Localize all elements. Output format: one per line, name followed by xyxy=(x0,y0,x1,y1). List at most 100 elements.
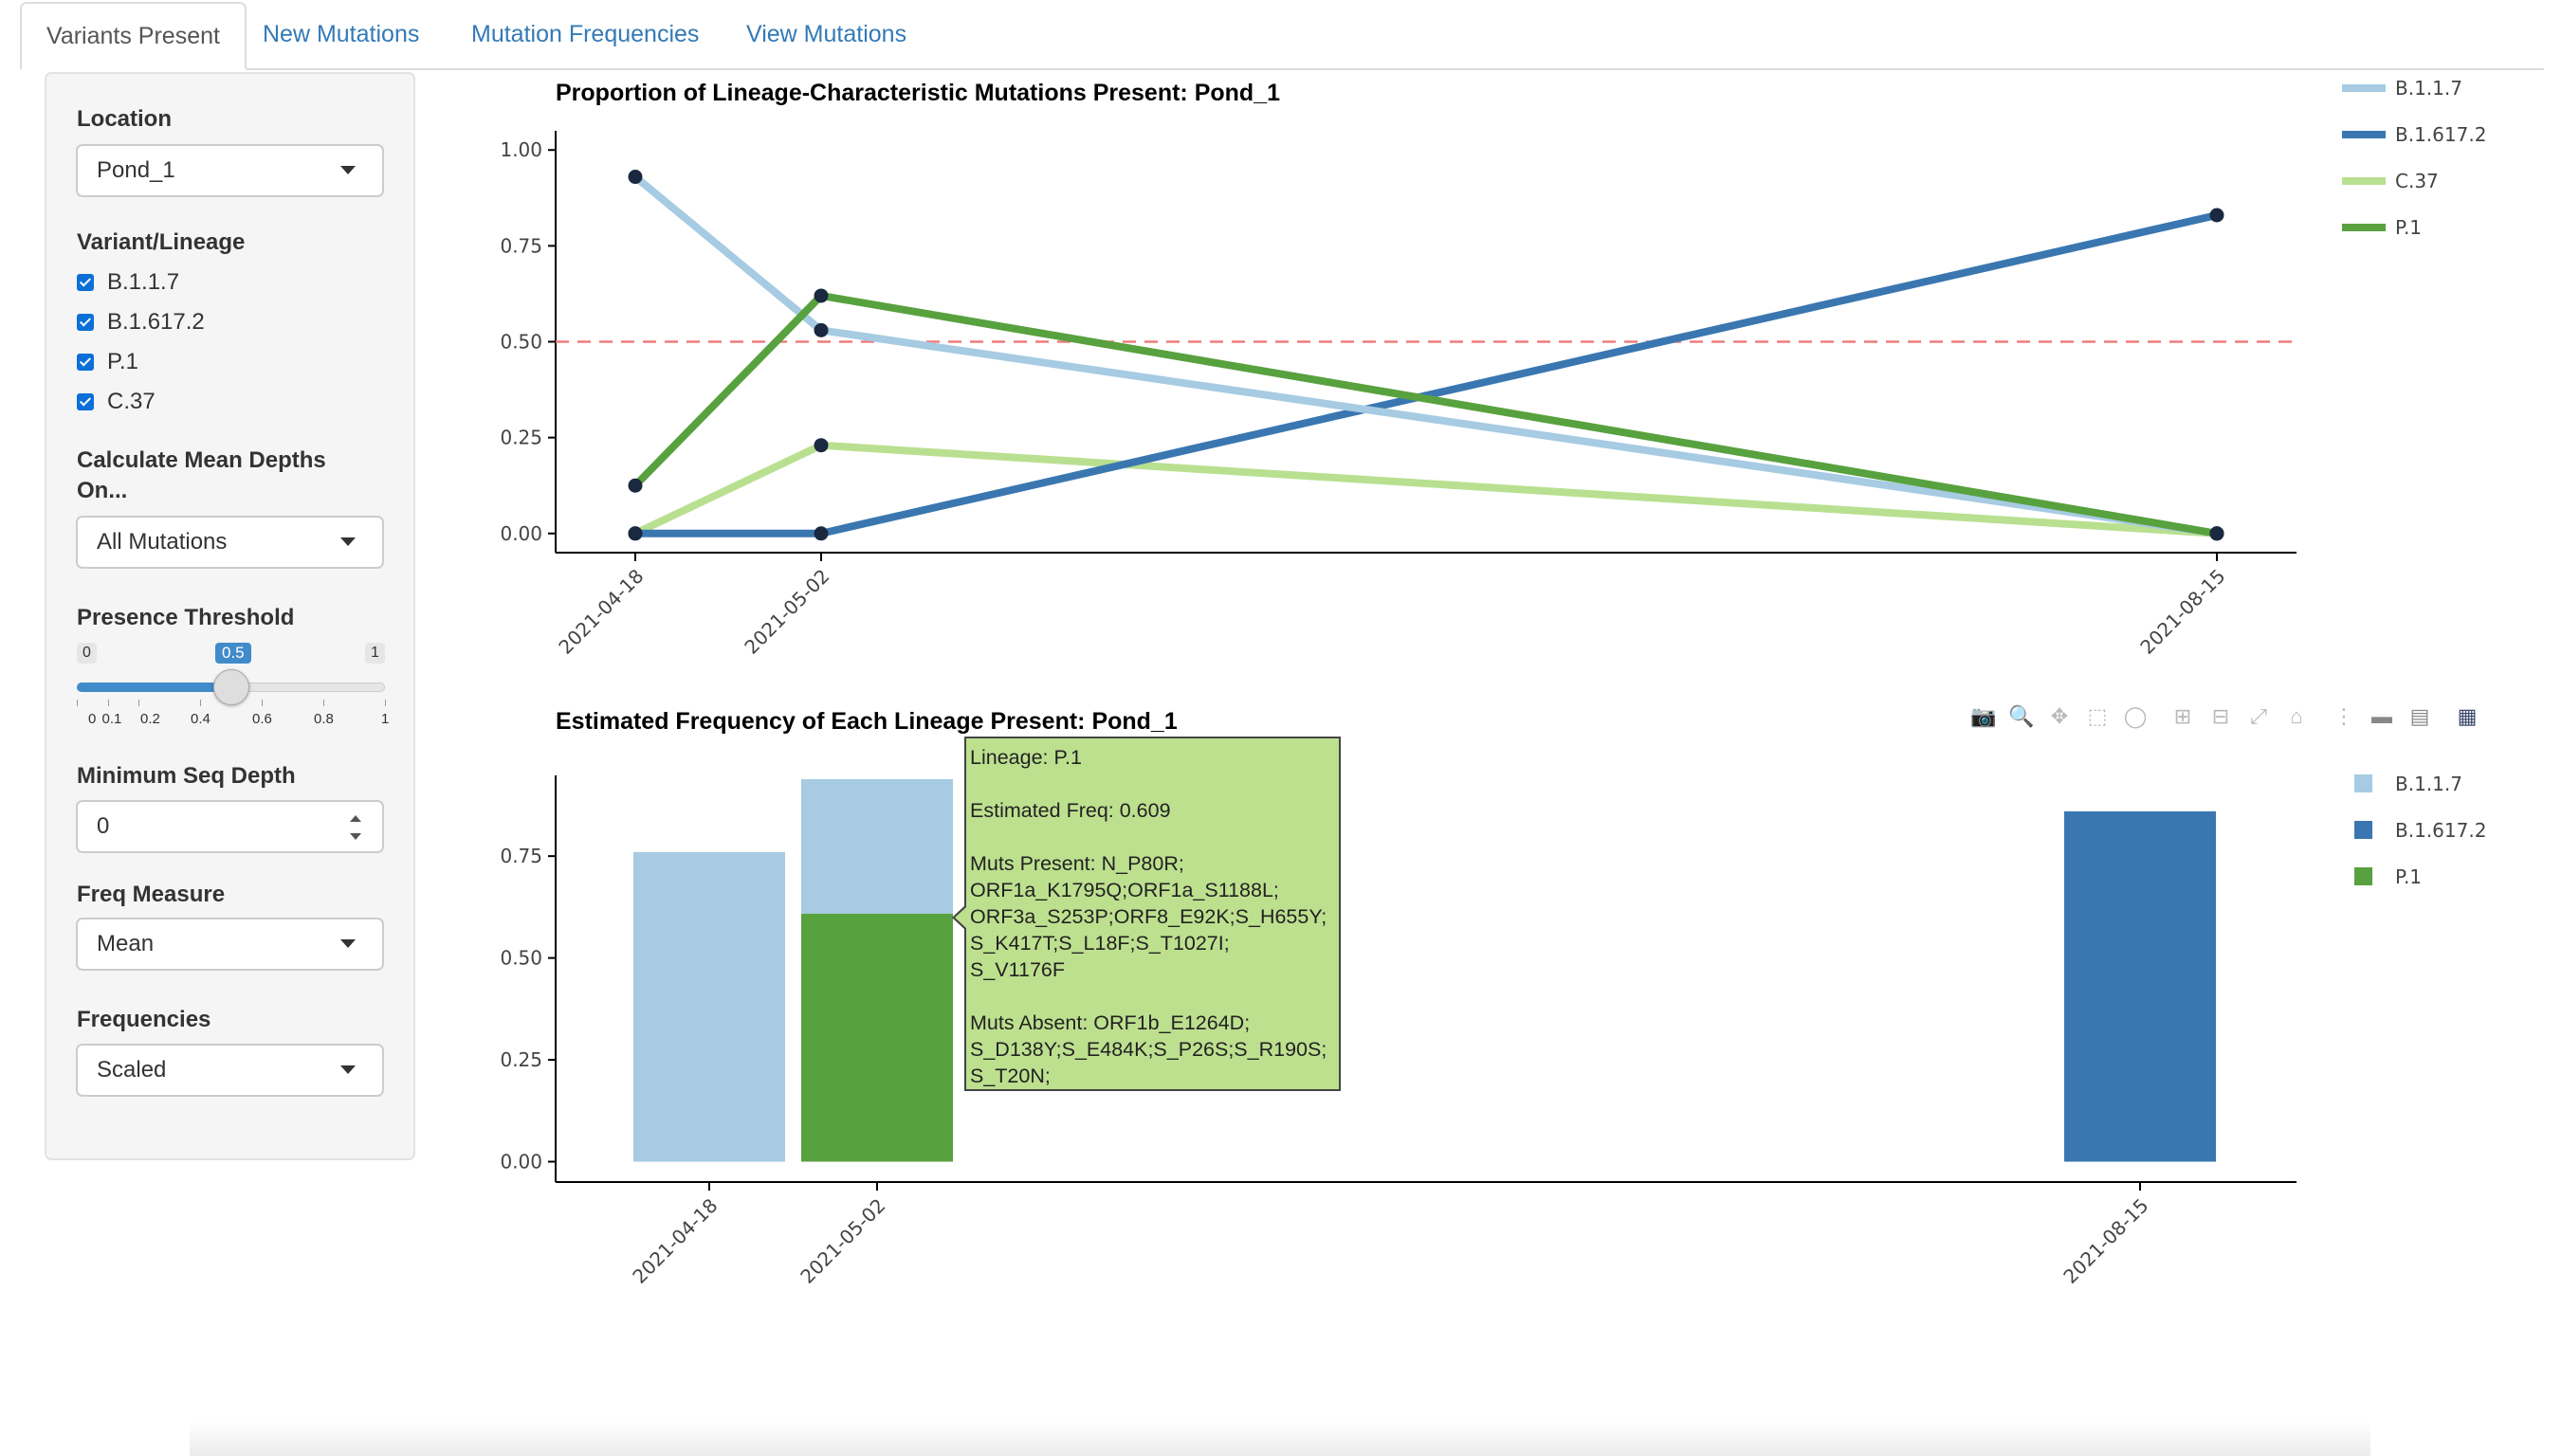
slider-tick xyxy=(200,700,201,706)
legend-label: P.1 xyxy=(2395,216,2422,239)
mean-depths-label: Calculate Mean Depths On... xyxy=(77,447,326,503)
legend-label: B.1.617.2 xyxy=(2395,123,2486,146)
freq-measure-value: Mean xyxy=(97,931,155,956)
zoom-icon[interactable]: 🔍 xyxy=(2008,703,2035,730)
y-tick-label: 0.75 xyxy=(500,845,542,867)
checkbox-checked-icon[interactable] xyxy=(77,393,94,410)
line-chart-proportion[interactable]: Proportion of Lineage-Characteristic Mut… xyxy=(455,66,2541,682)
mean-depths-select[interactable]: All Mutations xyxy=(76,516,384,569)
chevron-down-icon xyxy=(340,537,356,546)
slider-tick-label: 1 xyxy=(381,711,390,727)
slider-handle[interactable] xyxy=(212,669,249,705)
frequencies-select[interactable]: Scaled xyxy=(76,1044,384,1097)
x-tick-label: 2021-04-18 xyxy=(554,565,648,659)
chevron-down-icon xyxy=(340,1065,356,1074)
frequencies-label: Frequencies xyxy=(77,1007,211,1032)
legend-swatch xyxy=(2354,867,2372,885)
spike-lines-icon[interactable]: ⋮ xyxy=(2331,703,2357,730)
slider-max-label: 1 xyxy=(365,643,385,664)
min-seq-depth-label: Minimum Seq Depth xyxy=(77,763,296,789)
chart-title: Proportion of Lineage-Characteristic Mut… xyxy=(556,80,1280,106)
data-point xyxy=(628,170,643,185)
box-select-icon[interactable]: ⬚ xyxy=(2084,703,2111,730)
slider-value-bubble: 0.5 xyxy=(215,643,251,664)
data-point xyxy=(2209,208,2224,223)
slider-tick-label: 0 xyxy=(88,711,97,727)
legend-label: B.1.1.7 xyxy=(2395,773,2462,795)
camera-icon[interactable]: 📷 xyxy=(1970,703,1997,730)
tab-bar: Variants Present New Mutations Mutation … xyxy=(20,0,2544,70)
tab-view-mutations[interactable]: View Mutations xyxy=(722,2,931,66)
slider-tick-label: 0.6 xyxy=(252,711,272,727)
min-seq-depth-value: 0 xyxy=(97,813,110,839)
zoom-out-icon[interactable]: ⊟ xyxy=(2207,703,2234,730)
lasso-icon[interactable]: ◯ xyxy=(2122,703,2149,730)
checkbox-checked-icon[interactable] xyxy=(77,314,94,331)
slider-tick xyxy=(262,700,263,706)
x-tick-label: 2021-08-15 xyxy=(2135,565,2229,659)
hover-compare-icon[interactable]: ▤ xyxy=(2406,703,2433,730)
location-label: Location xyxy=(77,106,172,132)
slider-tick-label: 0.2 xyxy=(140,711,160,727)
y-tick-label: 0.00 xyxy=(500,1151,542,1174)
slider-min-label: 0 xyxy=(77,643,97,664)
bar-B.1.1.7 xyxy=(633,851,785,1162)
bar-chart-frequency[interactable]: Estimated Frequency of Each Lineage Pres… xyxy=(455,692,2541,1299)
slider-tick xyxy=(385,700,386,706)
tab-new-mutations[interactable]: New Mutations xyxy=(238,2,444,66)
bar-B.1.617.2 xyxy=(2064,810,2216,1162)
freq-measure-select[interactable]: Mean xyxy=(76,918,384,971)
hover-tooltip: Lineage: P.1 Estimated Freq: 0.609 Muts … xyxy=(964,737,1341,1091)
slider-tick xyxy=(323,700,324,706)
stepper-arrows-icon[interactable] xyxy=(350,815,361,840)
y-tick-label: 1.00 xyxy=(500,138,542,161)
chevron-down-icon xyxy=(340,939,356,948)
page-bottom-shadow xyxy=(190,1422,2370,1456)
checkbox-checked-icon[interactable] xyxy=(77,354,94,371)
location-value: Pond_1 xyxy=(97,157,175,183)
data-point xyxy=(814,526,829,541)
checkbox-label: B.1.617.2 xyxy=(107,309,205,335)
hover-closest-icon[interactable]: ▬ xyxy=(2369,703,2395,730)
min-seq-depth-input[interactable]: 0 xyxy=(76,800,384,853)
slider-tick-label: 0.1 xyxy=(101,711,122,727)
tab-variants-present[interactable]: Variants Present xyxy=(20,2,247,70)
x-tick-label: 2021-05-02 xyxy=(740,565,833,659)
y-tick-label: 0.50 xyxy=(500,947,542,970)
slider-tick xyxy=(138,700,139,706)
chart-title: Estimated Frequency of Each Lineage Pres… xyxy=(556,708,1178,735)
tooltip-lineage: Lineage: P.1 xyxy=(970,746,1082,769)
tooltip-muts-absent: Muts Absent: ORF1b_E1264D; S_D138Y;S_E48… xyxy=(970,1011,1327,1087)
slider-tick xyxy=(77,700,78,706)
data-point xyxy=(628,526,643,541)
checkbox-label: B.1.1.7 xyxy=(107,269,180,295)
location-select[interactable]: Pond_1 xyxy=(76,144,384,197)
data-point xyxy=(814,322,829,337)
legend-label: P.1 xyxy=(2395,865,2422,888)
data-point xyxy=(628,478,643,493)
pan-icon[interactable]: ✥ xyxy=(2046,703,2073,730)
legend-swatch xyxy=(2354,821,2372,839)
slider-fill xyxy=(77,682,231,692)
zoom-in-icon[interactable]: ⊞ xyxy=(2169,703,2196,730)
tooltip-freq: Estimated Freq: 0.609 xyxy=(970,799,1171,822)
sidebar-panel: Location Pond_1 Variant/Lineage B.1.1.7 … xyxy=(45,72,415,1160)
slider-tick-label: 0.4 xyxy=(191,711,210,727)
chevron-down-icon xyxy=(340,166,356,174)
y-tick-label: 0.00 xyxy=(500,522,542,545)
y-tick-label: 0.25 xyxy=(500,1048,542,1071)
legend-label: C.37 xyxy=(2395,170,2439,192)
variant-lineage-label: Variant/Lineage xyxy=(77,229,246,255)
tab-mutation-frequencies[interactable]: Mutation Frequencies xyxy=(447,2,723,66)
presence-threshold-slider[interactable]: 0 0.5 1 0 0.1 0.2 0.4 0.6 0.8 1 xyxy=(77,567,389,727)
frequencies-value: Scaled xyxy=(97,1057,167,1083)
autoscale-icon[interactable]: ⤢ xyxy=(2245,703,2272,730)
mean-depths-value: All Mutations xyxy=(97,529,228,555)
x-tick-label: 2021-08-15 xyxy=(2059,1194,2152,1288)
checkbox-checked-icon[interactable] xyxy=(77,274,94,291)
plotly-logo-icon[interactable]: ▦ xyxy=(2454,703,2480,730)
data-point xyxy=(814,438,829,453)
legend-swatch xyxy=(2354,774,2372,792)
reset-axes-icon[interactable]: ⌂ xyxy=(2283,703,2310,730)
checkbox-label: C.37 xyxy=(107,389,156,414)
